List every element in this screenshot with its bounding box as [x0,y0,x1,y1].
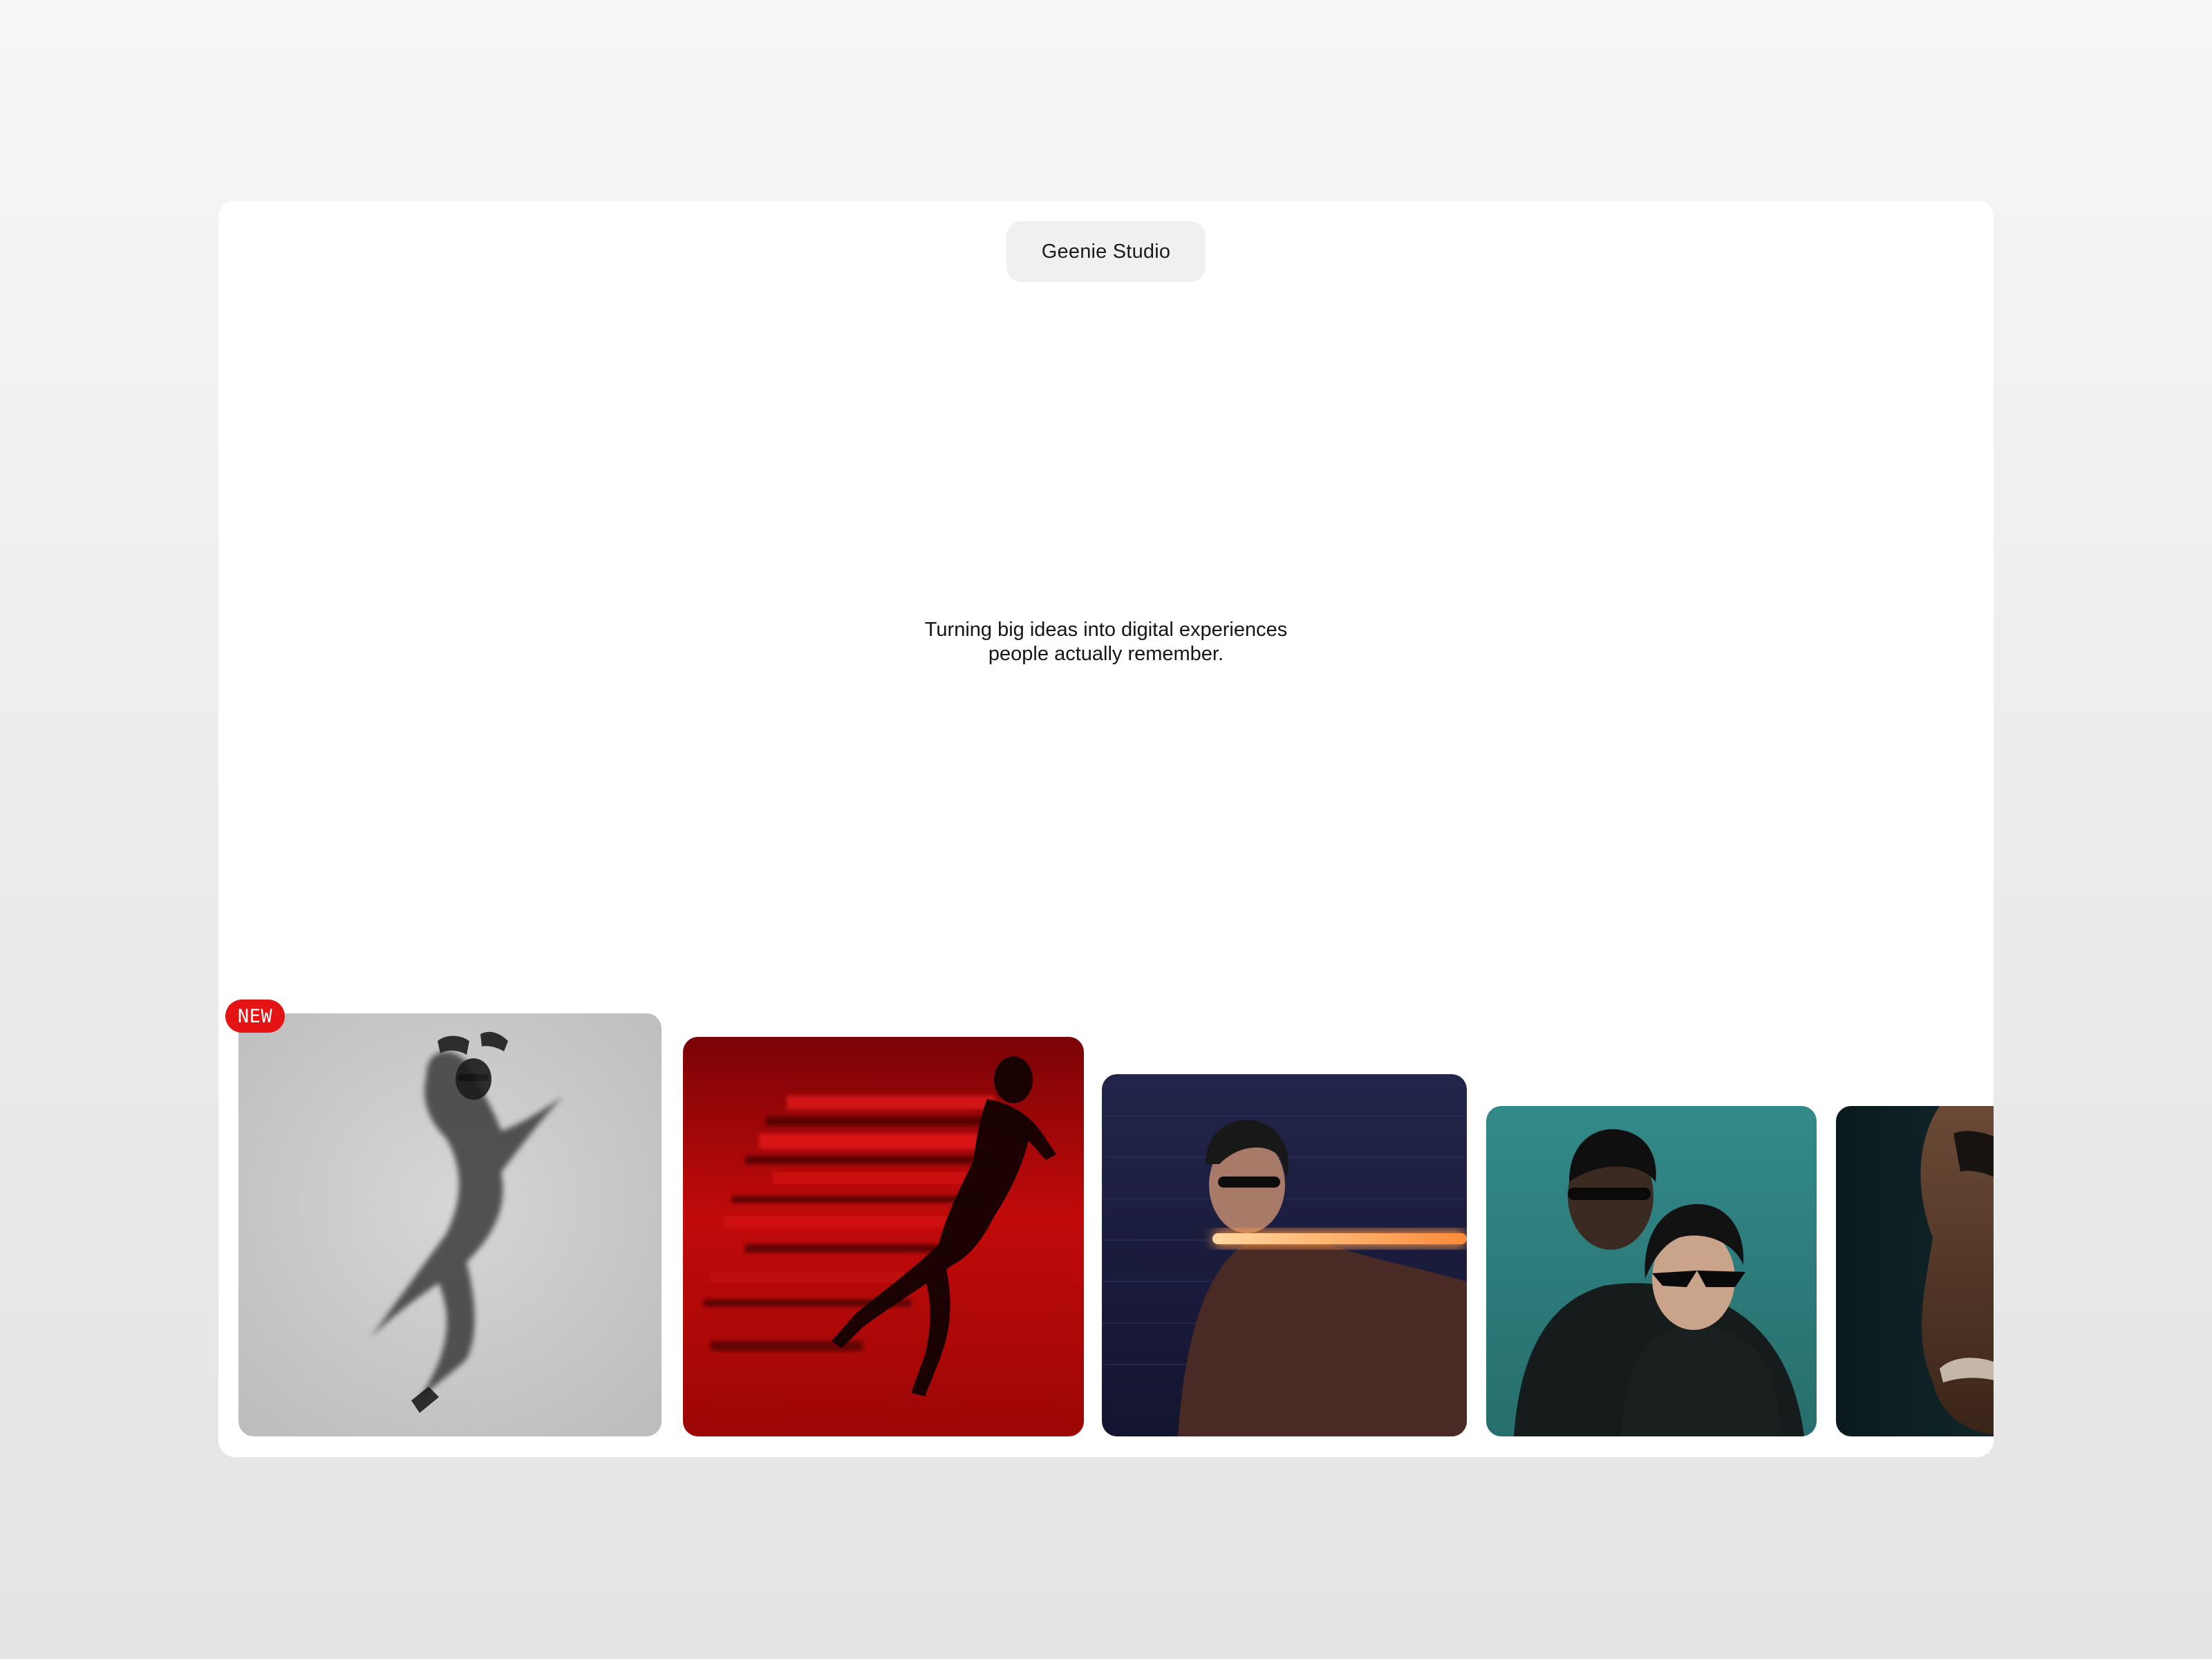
gallery-card-2[interactable] [683,1037,1084,1436]
couple-portrait-image [1486,1106,1817,1436]
main-frame: Geenie Studio Turning big ideas into dig… [218,200,1994,1457]
gallery-card-1[interactable] [238,1013,662,1436]
neon-portrait-image [1102,1074,1467,1436]
tagline-line-2: people actually remember. [988,643,1224,665]
gallery-card-4[interactable] [1486,1106,1817,1436]
brand-button[interactable]: Geenie Studio [1006,221,1206,282]
gallery-card-5[interactable] [1836,1106,1994,1436]
hero-tagline: Turning big ideas into digital experienc… [899,618,1313,666]
gallery-card-3[interactable] [1102,1074,1467,1436]
brand-label: Geenie Studio [1041,240,1171,263]
tagline-line-1: Turning big ideas into digital experienc… [924,619,1288,641]
jumping-figure-image [238,1013,662,1436]
sprinter-image [683,1037,1084,1436]
new-badge: NEW [225,1000,285,1033]
shadow-face-image [1836,1106,1994,1436]
